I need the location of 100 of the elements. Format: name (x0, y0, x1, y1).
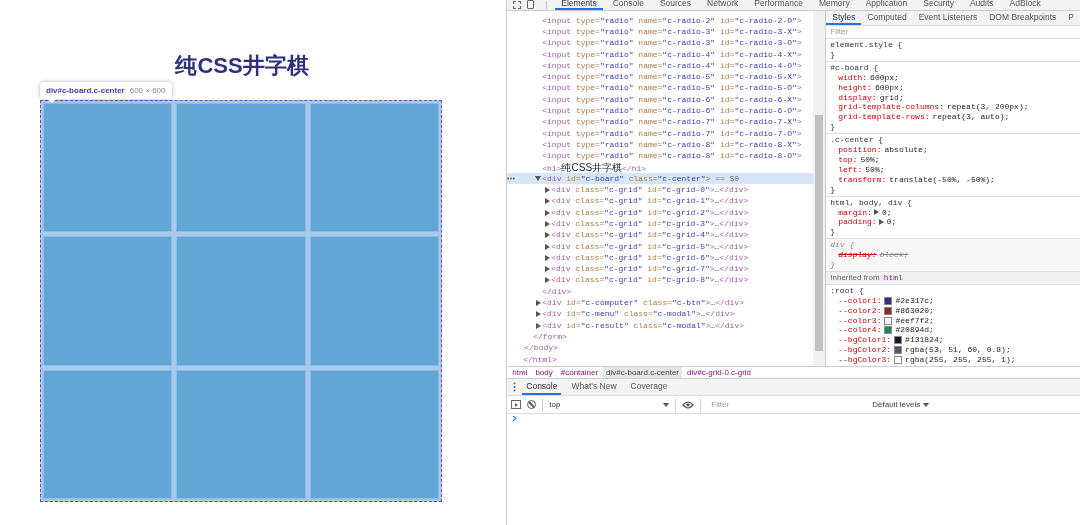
breadcrumb[interactable]: body (532, 367, 556, 378)
dom-node-line[interactable]: <div class="c-grid" id="c-grid-1">…</div> (551, 195, 749, 208)
collapsed-triangle-icon[interactable] (535, 322, 541, 329)
css-property: --color4: (838, 325, 882, 336)
collapsed-triangle-icon[interactable] (544, 254, 550, 261)
css-value: 0; (886, 217, 897, 228)
collapsed-triangle-icon[interactable] (544, 221, 550, 227)
color-swatch[interactable] (894, 356, 903, 365)
log-levels-dropdown[interactable]: Default levels (872, 398, 930, 411)
color-swatch[interactable] (884, 316, 893, 325)
css-property: display: (838, 92, 877, 103)
dom-node-line[interactable]: <div id="c-result" class="c-modal">…</div> (542, 319, 744, 332)
dom-node-line[interactable]: <input type="radio" name="c-radio-4" id="c-radio-4-O"> (542, 59, 802, 72)
dom-node-line[interactable]: </form> (533, 330, 567, 343)
dom-node-line[interactable]: <input type="radio" name="c-radio-6" id="c-radio-6-O"> (542, 105, 802, 118)
tab[interactable]: Audits (963, 0, 1000, 10)
css-value: #20894d; (895, 325, 934, 336)
tab[interactable]: Computed (861, 11, 913, 25)
color-swatch[interactable] (884, 296, 893, 305)
dom-node-line[interactable]: <input type="radio" name="c-radio-7" id="c-radio-7-O"> (542, 127, 802, 140)
tab[interactable]: Network (701, 0, 745, 10)
collapsed-triangle-icon[interactable] (544, 209, 550, 216)
dom-node-line[interactable]: <input type="radio" name="c-radio-6" id="c-radio-6-X"> (542, 93, 802, 106)
breadcrumb[interactable]: div#c-board.c-center (603, 367, 683, 378)
expanded-triangle-icon[interactable] (535, 176, 542, 182)
styles-filter-field[interactable]: Filter (830, 26, 1076, 38)
breadcrumb[interactable]: div#c-grid-0.c-grid (684, 367, 755, 378)
css-selector: div { (830, 240, 856, 251)
inherited-tag-link[interactable]: html (883, 272, 903, 283)
css-value: repeat(3, 200px); (946, 102, 1029, 113)
tab[interactable]: Console (606, 0, 650, 10)
dom-node-line[interactable]: <div class="c-grid" id="c-grid-8">…</div> (551, 274, 749, 287)
dom-node-line[interactable]: <div class="c-grid" id="c-grid-2">…</div> (551, 206, 749, 219)
expand-triangle-icon[interactable] (873, 209, 879, 216)
collapsed-triangle-icon[interactable] (544, 266, 550, 273)
dom-node-line[interactable]: <div class="c-grid" id="c-grid-4">…</div> (551, 229, 749, 242)
inspect-icon[interactable] (513, 1, 522, 9)
dom-node-line[interactable]: <h1>纯CSS井字棋</h1> (542, 160, 647, 175)
dom-node-line[interactable]: <input type="radio" name="c-radio-3" id="c-radio-3-O"> (542, 37, 802, 50)
dom-node-line[interactable]: <div class="c-grid" id="c-grid-5">…</div> (551, 240, 749, 253)
dom-node-line[interactable]: </body> (524, 342, 558, 355)
tab[interactable]: Sources (653, 0, 698, 10)
collapsed-triangle-icon[interactable] (544, 187, 550, 194)
dom-node-line[interactable]: </div> (542, 285, 572, 298)
sidebar-toggle-icon[interactable] (511, 400, 522, 409)
tab[interactable]: Event Listeners (912, 11, 984, 25)
dom-node-line[interactable]: <div id="c-computer" class="c-btn">…</div> (542, 297, 744, 310)
dom-node-line[interactable]: <input type="radio" name="c-radio-3" id="c-radio-3-X"> (542, 25, 802, 38)
tab[interactable]: Security (917, 0, 960, 10)
tab[interactable]: What's New (567, 379, 621, 395)
breadcrumb[interactable]: html (509, 367, 531, 378)
css-value: 600px; (874, 82, 904, 93)
dom-node-line[interactable]: <div class="c-grid" id="c-grid-7">…</div> (551, 263, 749, 276)
more-dots-icon[interactable] (507, 177, 516, 181)
dom-node-line[interactable]: </html> (523, 353, 557, 366)
dom-node-line[interactable]: <div class="c-grid" id="c-grid-0">…</div> (551, 184, 749, 197)
scrollbar[interactable] (813, 11, 826, 366)
eye-icon[interactable] (682, 400, 695, 409)
color-swatch[interactable] (894, 346, 903, 355)
dom-node-line[interactable]: <div id="c-menu" class="c-modal">…</div> (542, 308, 735, 321)
collapsed-triangle-icon[interactable] (544, 243, 550, 250)
tab[interactable]: Styles (826, 11, 862, 25)
tab[interactable]: Performance (748, 0, 809, 10)
css-property: left: (838, 164, 863, 175)
dom-node-line[interactable]: <input type="radio" name="c-radio-8" id="c-radio-8-X"> (542, 138, 802, 151)
tab[interactable]: DOM Breakpoints (983, 11, 1063, 25)
css-property: --bgColor3: (838, 355, 892, 366)
collapsed-triangle-icon[interactable] (535, 300, 541, 307)
context-selector[interactable]: top (549, 398, 670, 411)
css-property: display: (838, 250, 877, 261)
collapsed-triangle-icon[interactable] (544, 277, 550, 284)
tab[interactable]: Console (522, 379, 562, 395)
dom-node-line[interactable]: <div class="c-grid" id="c-grid-6">…</div> (551, 251, 749, 264)
expand-triangle-icon[interactable] (878, 219, 884, 226)
device-icon[interactable] (527, 0, 535, 9)
css-value: translate(-50%, -50%); (889, 174, 995, 185)
more-options-icon[interactable] (513, 382, 517, 392)
tab[interactable]: Elements (555, 0, 603, 10)
clear-console-icon[interactable] (527, 400, 537, 409)
tab[interactable]: P (1062, 11, 1080, 25)
dom-node-line[interactable]: <input type="radio" name="c-radio-5" id="c-radio-5-X"> (542, 71, 802, 84)
dom-node-line[interactable]: <input type="radio" name="c-radio-2" id="c-radio-2-O"> (542, 14, 802, 27)
tooltip-selector: div#c-board.c-center (46, 84, 125, 97)
dom-node-line[interactable]: <input type="radio" name="c-radio-8" id="c-radio-8-O"> (542, 150, 802, 163)
color-swatch[interactable] (884, 326, 893, 335)
tab[interactable]: Coverage (626, 379, 672, 395)
dom-node-line[interactable]: <input type="radio" name="c-radio-5" id="c-radio-5-O"> (542, 82, 802, 95)
tab[interactable]: Application (859, 0, 914, 10)
collapsed-triangle-icon[interactable] (535, 311, 541, 318)
tab[interactable]: Memory (812, 0, 856, 10)
dom-node-line[interactable]: <input type="radio" name="c-radio-4" id="c-radio-4-X"> (542, 48, 802, 61)
dom-node-line[interactable]: <div class="c-grid" id="c-grid-3">…</div> (551, 218, 749, 230)
dom-node-line[interactable]: <input type="radio" name="c-radio-7" id="c-radio-7-X"> (542, 116, 802, 129)
color-swatch[interactable] (894, 336, 903, 345)
css-value: block; (879, 250, 909, 261)
collapsed-triangle-icon[interactable] (544, 232, 550, 239)
collapsed-triangle-icon[interactable] (544, 198, 550, 205)
breadcrumb[interactable]: #container (557, 367, 602, 378)
color-swatch[interactable] (884, 306, 893, 315)
tab[interactable]: AdBlock (1003, 0, 1047, 10)
